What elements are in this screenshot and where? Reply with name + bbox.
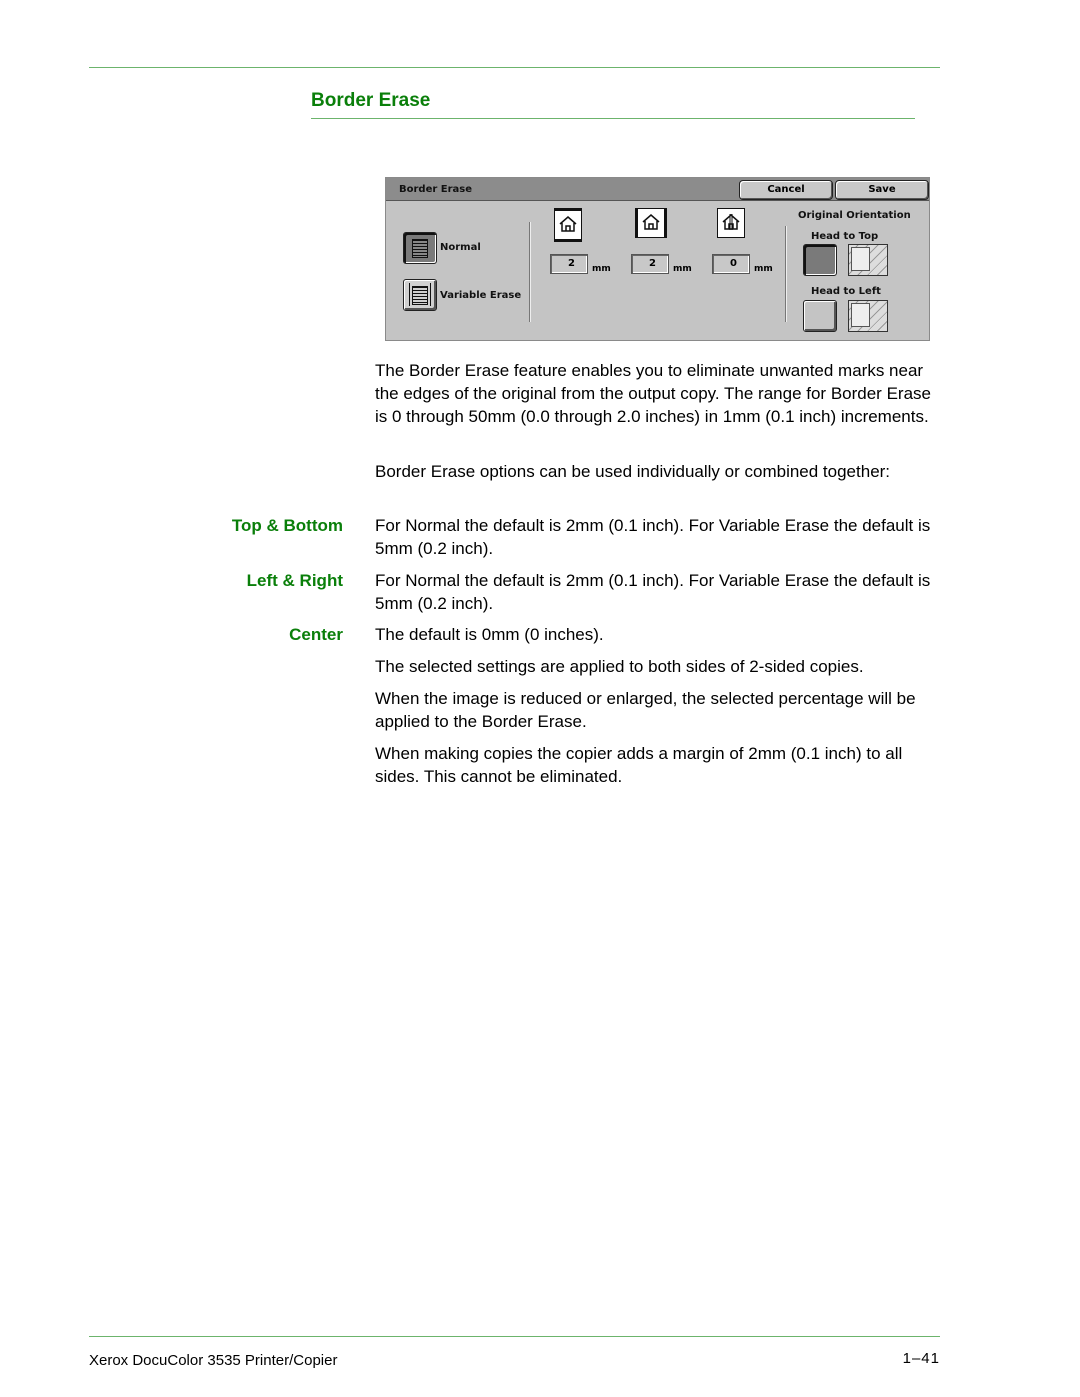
normal-mode-button[interactable]	[403, 232, 437, 264]
border-erase-panel: Border Erase Cancel Save Normal Variable…	[385, 177, 930, 341]
desc-center: The default is 0mm (0 inches).	[375, 625, 604, 644]
head-to-left-label: Head to Left	[811, 286, 881, 297]
header-rule	[89, 67, 940, 68]
desc-top-bottom: For Normal the default is 2mm (0.1 inch)…	[375, 516, 931, 558]
divider	[785, 226, 786, 322]
panel-title-bar: Border Erase Cancel Save	[386, 178, 929, 201]
desc-left-right: For Normal the default is 2mm (0.1 inch)…	[375, 571, 931, 613]
intro-paragraph: The Border Erase feature enables you to …	[375, 361, 931, 426]
section-title: Border Erase	[311, 90, 431, 111]
variable-erase-label: Variable Erase	[440, 290, 522, 301]
note-reduce-enlarge: When the image is reduced or enlarged, t…	[375, 689, 916, 731]
footer-page-number: 1–41	[902, 1350, 940, 1367]
center-field[interactable]: 0	[712, 254, 750, 274]
title-rule	[311, 118, 915, 119]
head-to-left-icon	[848, 300, 888, 332]
left-right-unit: mm	[673, 264, 692, 274]
term-center: Center	[289, 625, 343, 644]
panel-title: Border Erase	[399, 184, 473, 195]
footer-product: Xerox DocuColor 3535 Printer/Copier	[89, 1352, 338, 1369]
left-right-erase-icon	[635, 208, 667, 238]
options-intro-paragraph: Border Erase options can be used individ…	[375, 462, 891, 481]
document-lines-icon	[412, 286, 428, 305]
term-left-right: Left & Right	[246, 571, 343, 590]
note-margin: When making copies the copier adds a mar…	[375, 744, 903, 786]
save-button[interactable]: Save	[835, 180, 929, 200]
head-to-top-label: Head to Top	[811, 231, 879, 242]
top-bottom-erase-icon	[554, 208, 582, 242]
variable-erase-button[interactable]	[403, 279, 437, 311]
head-to-left-button[interactable]	[803, 300, 837, 332]
normal-mode-label: Normal	[440, 242, 481, 253]
top-bottom-unit: mm	[592, 264, 611, 274]
term-top-bottom: Top & Bottom	[231, 516, 343, 535]
orientation-title: Original Orientation	[798, 210, 911, 221]
divider	[529, 222, 530, 322]
cancel-button[interactable]: Cancel	[739, 180, 833, 200]
head-to-top-icon	[848, 244, 888, 276]
document-lines-icon	[412, 239, 428, 258]
top-bottom-field[interactable]: 2	[550, 254, 588, 274]
note-two-sided: The selected settings are applied to bot…	[375, 657, 864, 676]
center-unit: mm	[754, 264, 773, 274]
center-erase-icon	[717, 208, 745, 238]
left-right-field[interactable]: 2	[631, 254, 669, 274]
head-to-top-button[interactable]	[803, 244, 837, 276]
footer-rule	[89, 1336, 940, 1337]
